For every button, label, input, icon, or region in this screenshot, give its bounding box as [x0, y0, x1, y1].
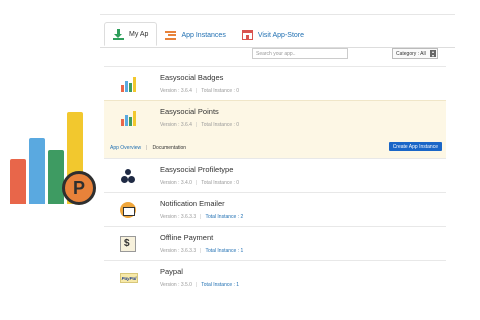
- app-name: Paypal: [160, 267, 183, 276]
- app-version: Version : 3.6.3.3: [160, 214, 197, 220]
- app-version: Version : 3.5.0: [160, 282, 192, 288]
- app-name: Easysocial Profiletype: [160, 165, 234, 174]
- tab-app-instances[interactable]: App Instances: [157, 24, 233, 46]
- offline-payment-app-icon: [120, 236, 136, 252]
- list-item[interactable]: PayPal Paypal Version : 3.5.0 | Total Inst…: [104, 260, 446, 294]
- badges-app-icon: [120, 76, 136, 92]
- search-input[interactable]: [252, 48, 348, 59]
- paypal-app-icon: PayPal: [120, 273, 138, 283]
- profiletype-app-icon: [120, 168, 136, 184]
- app-name: Easysocial Points: [160, 107, 219, 116]
- list-item[interactable]: Notification Emailer Version : 3.6.3.3 | T…: [104, 192, 446, 226]
- download-icon: [113, 28, 124, 40]
- app-actions: App Overview | Documentation: [110, 145, 187, 151]
- app-instances: Total Instance : 0: [201, 180, 240, 186]
- app-logo: P: [4, 108, 104, 218]
- divider: [100, 14, 455, 15]
- category-select[interactable]: Category : All ▴ ▾: [392, 48, 438, 59]
- app-instances[interactable]: Total Instance : 1: [205, 248, 243, 254]
- points-app-icon: [120, 110, 136, 126]
- logo-bar-red: [10, 159, 26, 204]
- list-icon: [165, 30, 177, 40]
- list-item[interactable]: Easysocial Badges Version : 3.6.4 | Total …: [104, 66, 446, 100]
- store-icon: [241, 30, 253, 40]
- app-meta: Version : 3.5.0 | Total Instance : 1: [160, 282, 240, 288]
- app-version: Version : 3.4.0: [160, 180, 192, 186]
- app-name: Offline Payment: [160, 233, 214, 242]
- points-badge-icon: P: [62, 171, 96, 205]
- app-list: Easysocial Badges Version : 3.6.4 | Total …: [104, 66, 446, 294]
- tab-my-apps[interactable]: My Ap: [104, 22, 158, 46]
- app-meta: Version : 3.6.3.3 | Total Instance : 1: [160, 248, 244, 254]
- list-item[interactable]: Offline Payment Version : 3.6.3.3|Total …: [104, 226, 446, 260]
- app-meta: Version : 3.6.3.3 | Total Instance : 2: [160, 214, 244, 220]
- tab-label: App Instances: [181, 31, 226, 39]
- mail-app-icon: [120, 202, 136, 218]
- app-instances: Total Instance : 0: [201, 88, 240, 94]
- logo-bar-blue: [29, 138, 45, 204]
- list-item[interactable]: Easysocial Profiletype Version : 3.4.0 | T…: [104, 158, 446, 192]
- app-version: Version : 3.6.4: [160, 88, 192, 94]
- tab-label: Visit App-Store: [257, 31, 305, 39]
- app-version: Version : 3.6.4: [160, 122, 192, 128]
- app-meta: Version : 3.6.4 | Total Instance : 0: [160, 122, 240, 128]
- create-app-instance-button[interactable]: Create App Instance: [388, 142, 442, 151]
- tab-label: My Ap: [129, 30, 149, 38]
- logo-bar-green: [48, 150, 64, 204]
- app-name: Notification Emailer: [160, 199, 225, 208]
- app-instances: Total Instance : 0: [201, 122, 240, 128]
- app-meta: Version : 3.6.4 | Total Instance : 0: [160, 88, 240, 94]
- tab-bar: My Ap App Instances Visit App-Store: [104, 22, 312, 48]
- app-name: Easysocial Badges: [160, 73, 224, 82]
- documentation-link[interactable]: Documentation: [152, 145, 186, 151]
- app-instances[interactable]: Total Instance : 1: [201, 282, 239, 288]
- app-version: Version : 3.6.3.3: [160, 248, 197, 254]
- app-meta: Version : 3.4.0 | Total Instance : 0: [160, 180, 240, 186]
- app-instances[interactable]: Total Instance : 2: [205, 214, 243, 220]
- tab-visit-app-store[interactable]: Visit App-Store: [234, 24, 312, 46]
- app-manager-panel: My Ap App Instances Visit App-Store Cate…: [100, 14, 455, 320]
- select-arrows-icon: ▴ ▾: [430, 49, 436, 58]
- category-value: Category : All: [396, 50, 426, 57]
- list-item[interactable]: Easysocial Points Version : 3.6.4 | Total …: [104, 100, 446, 158]
- app-overview-link[interactable]: App Overview: [110, 145, 141, 151]
